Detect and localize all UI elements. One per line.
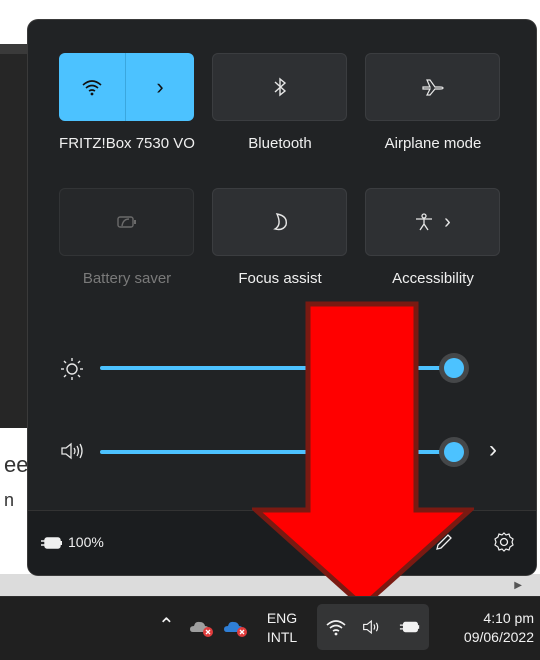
background-dark-pane: [0, 44, 30, 428]
battery-charging-icon[interactable]: [40, 535, 64, 551]
onedrive-error-icon[interactable]: [223, 618, 249, 638]
keyboard-layout: INTL: [266, 629, 298, 645]
scroll-right-arrow-icon[interactable]: ▶: [514, 580, 522, 591]
show-hidden-icons-chevron-icon[interactable]: ⌃: [158, 613, 175, 638]
moon-icon: [272, 213, 287, 231]
airplane-mode-tile-label: Airplane mode: [384, 135, 482, 152]
focus-assist-tile[interactable]: [212, 188, 347, 256]
taskbar: ⌃ ENG INTL 4:10 pm 09/06/2022: [0, 596, 540, 660]
clock-date: 09/06/2022: [463, 629, 534, 645]
battery-saver-tile-label: Battery saver: [82, 270, 172, 287]
airplane-mode-tile[interactable]: [365, 53, 500, 121]
tray-volume-icon: [363, 619, 379, 635]
speaker-icon[interactable]: [60, 441, 86, 461]
accessibility-icon: [416, 213, 433, 231]
clock-time: 4:10 pm: [483, 610, 534, 626]
wifi-toggle[interactable]: [59, 53, 126, 121]
tray-wifi-icon: [326, 620, 346, 636]
quick-settings-tray-button[interactable]: [317, 604, 429, 650]
battery-saver-tile: [59, 188, 194, 256]
language-code: ENG: [266, 610, 298, 626]
airplane-icon: [421, 79, 444, 96]
input-language-indicator[interactable]: ENG INTL: [262, 609, 302, 647]
bluetooth-icon: [274, 77, 286, 97]
accessibility-tile-label: Accessibility: [392, 270, 474, 287]
tray-battery-icon: [400, 621, 420, 633]
wifi-tile-label: FRITZ!Box 7530 VO: [59, 135, 195, 152]
battery-percentage: 100%: [68, 534, 104, 550]
accessibility-chevron-icon[interactable]: ›: [444, 211, 451, 234]
audio-output-chevron-icon[interactable]: ›: [489, 436, 497, 464]
background-toolbar: [0, 44, 30, 54]
wifi-tile[interactable]: ›: [59, 53, 194, 121]
clock[interactable]: 4:10 pm 09/06/2022: [438, 609, 534, 647]
battery-saver-icon: [116, 216, 136, 228]
focus-assist-tile-label: Focus assist: [238, 270, 322, 287]
accessibility-tile[interactable]: ›: [365, 188, 500, 256]
settings-gear-icon[interactable]: [493, 531, 515, 553]
brightness-icon: [61, 358, 83, 380]
background-text-fragment: ee: [4, 452, 29, 477]
bluetooth-tile-label: Bluetooth: [248, 135, 312, 152]
background-text-fragment-2: n: [4, 490, 15, 510]
bluetooth-tile[interactable]: [212, 53, 347, 121]
annotation-arrow-icon: [252, 301, 474, 610]
wifi-icon: [82, 80, 102, 96]
wifi-networks-chevron-icon[interactable]: ›: [126, 53, 194, 121]
cloud-error-icon[interactable]: [189, 618, 215, 638]
